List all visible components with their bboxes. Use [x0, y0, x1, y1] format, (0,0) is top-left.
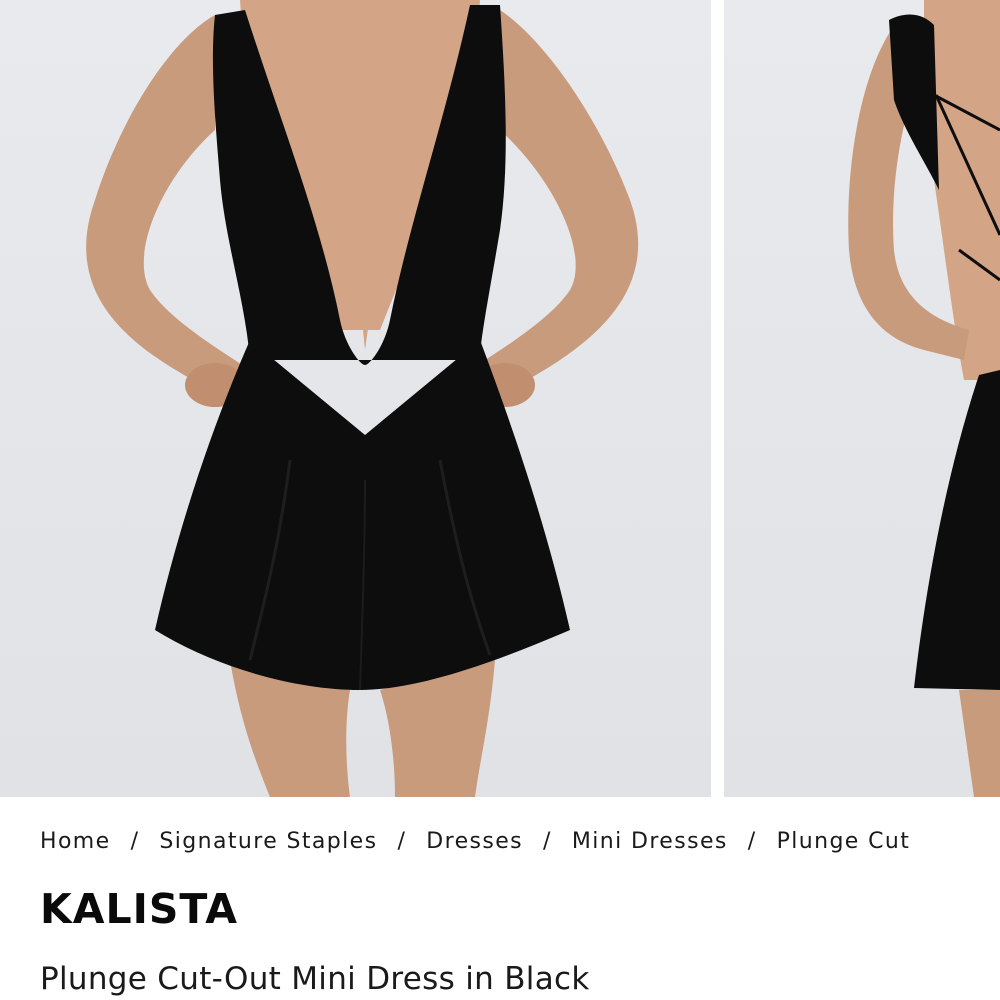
breadcrumb: Home / Signature Staples / Dresses / Min…: [40, 829, 910, 854]
breadcrumb-separator: /: [397, 829, 407, 854]
breadcrumb-separator: /: [747, 829, 757, 854]
product-image-gallery[interactable]: [0, 0, 1000, 797]
dress-front-illustration: [86, 0, 639, 797]
breadcrumb-signature-staples[interactable]: Signature Staples: [159, 829, 377, 854]
product-page: Home / Signature Staples / Dresses / Min…: [0, 0, 1000, 1000]
breadcrumb-mini-dresses[interactable]: Mini Dresses: [572, 829, 728, 854]
breadcrumb-dresses[interactable]: Dresses: [426, 829, 523, 854]
breadcrumb-separator: /: [543, 829, 552, 854]
breadcrumb-home[interactable]: Home: [40, 829, 111, 854]
product-title: Plunge Cut-Out Mini Dress in Black: [40, 961, 590, 997]
dress-back-illustration: [848, 0, 1000, 797]
product-brand: KALISTA: [40, 885, 238, 933]
product-photo-back[interactable]: [724, 0, 1000, 797]
breadcrumb-plunge-cut[interactable]: Plunge Cut: [777, 829, 911, 854]
breadcrumb-separator: /: [130, 829, 140, 854]
product-info: Home / Signature Staples / Dresses / Min…: [40, 797, 990, 1000]
product-photo-front[interactable]: [0, 0, 711, 797]
